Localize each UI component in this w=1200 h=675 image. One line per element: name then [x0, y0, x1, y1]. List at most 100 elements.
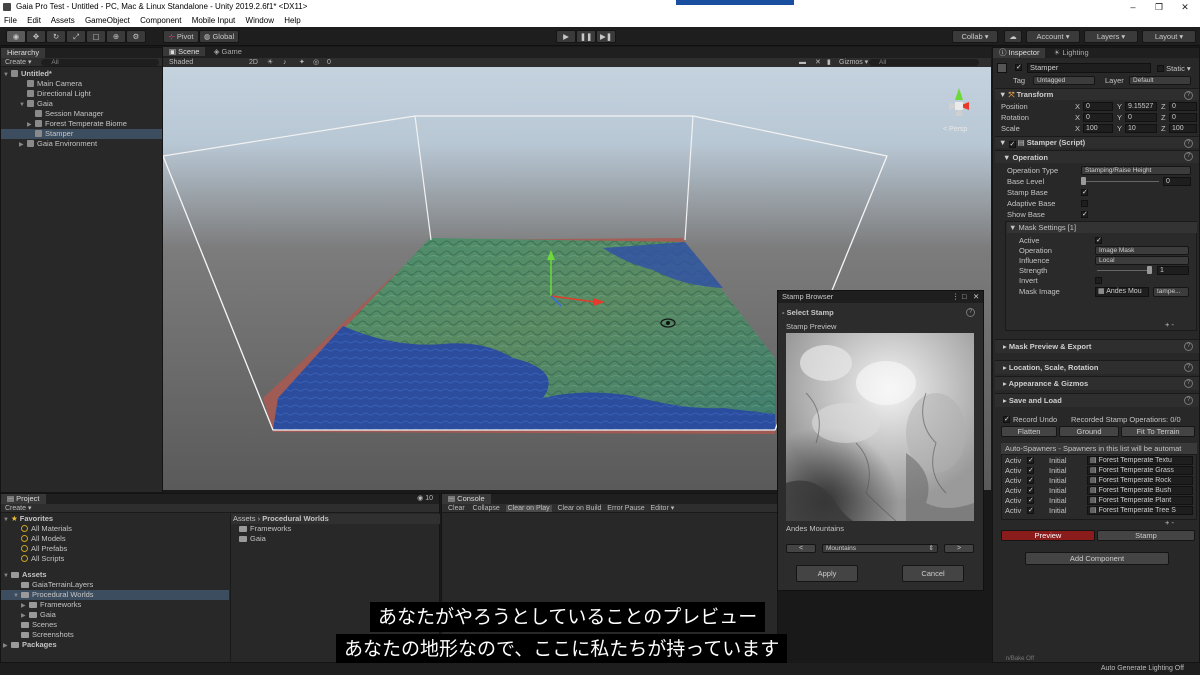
spawner-field[interactable]: ▤ Forest Temperate Grass	[1087, 466, 1193, 475]
position-x-input[interactable]: 0	[1083, 102, 1113, 111]
folder-scenes[interactable]: Scenes	[1, 620, 229, 630]
console-clear-on-play-toggle[interactable]: Clear on Play	[505, 505, 552, 512]
static-dropdown[interactable]: Static ▾	[1157, 63, 1200, 74]
audio-toggle-icon[interactable]: ♪	[283, 58, 287, 67]
gameobject-active-checkbox[interactable]: ✓	[1015, 64, 1022, 71]
mask-preview-header[interactable]: ▸ Mask Preview & Export	[995, 339, 1199, 353]
expand-arrow-icon[interactable]: ▶	[19, 140, 27, 150]
favorite-all-models[interactable]: All Models	[1, 534, 229, 544]
strength-slider-track[interactable]	[1097, 270, 1149, 271]
expand-arrow-icon[interactable]: ▼	[3, 70, 11, 80]
folder-frameworks[interactable]: ▶ Frameworks	[1, 600, 229, 610]
breadcrumb-current[interactable]: Procedural Worlds	[262, 514, 329, 523]
maximize-icon[interactable]: □	[962, 291, 967, 303]
save-load-header[interactable]: ▸ Save and Load	[995, 393, 1199, 407]
add-component-button[interactable]: Add Component	[1025, 552, 1169, 565]
close-window-button[interactable]: ✕	[1172, 0, 1198, 14]
help-icon[interactable]: ?	[966, 308, 975, 317]
help-icon[interactable]: ?	[1184, 396, 1193, 405]
tab-lighting[interactable]: ☀ Lighting	[1047, 48, 1095, 58]
fit-to-terrain-button[interactable]: Fit To Terrain	[1121, 426, 1195, 437]
tab-console[interactable]: ▤ Console	[442, 494, 491, 504]
pivot-toggle[interactable]: ⊹ Pivot	[163, 30, 199, 43]
layout-dropdown[interactable]: Layout ▾	[1142, 30, 1196, 43]
spawner-field[interactable]: ▤ Forest Temperate Tree S	[1087, 506, 1193, 515]
static-checkbox[interactable]	[1157, 65, 1164, 72]
spawner-field[interactable]: ▤ Forest Temperate Bush	[1087, 486, 1193, 495]
layer-dropdown[interactable]: Default	[1129, 76, 1191, 85]
custom-tool-icon[interactable]: ⚙	[126, 30, 146, 43]
show-base-checkbox[interactable]: ✓	[1081, 211, 1088, 218]
camera-settings-icon[interactable]: ▬	[799, 58, 806, 67]
help-icon[interactable]: ?	[1184, 363, 1193, 372]
expand-arrow-icon[interactable]: ▼	[13, 591, 21, 601]
tab-game[interactable]: ◈ Game	[207, 47, 248, 56]
stamp-button[interactable]: Stamp	[1097, 530, 1195, 541]
expand-arrow-icon[interactable]: ▼	[3, 515, 11, 525]
tag-dropdown[interactable]: Untagged	[1033, 76, 1095, 85]
snap-icon[interactable]: ▮	[827, 58, 831, 67]
rotate-tool-icon[interactable]: ↻	[46, 30, 66, 43]
base-level-slider-handle[interactable]	[1081, 177, 1086, 185]
base-level-input[interactable]: 0	[1163, 177, 1191, 186]
script-enabled-checkbox[interactable]: ✓	[1008, 141, 1016, 148]
menu-edit[interactable]: Edit	[27, 16, 41, 25]
stamps-browse-button[interactable]: tampe...	[1153, 287, 1189, 297]
expand-arrow-icon[interactable]: ▶	[27, 120, 35, 130]
expand-arrow-icon[interactable]: ▶	[3, 641, 11, 651]
select-stamp-header[interactable]: - Select Stamp	[782, 307, 988, 318]
minimize-button[interactable]: –	[1120, 0, 1146, 14]
prev-stamp-button[interactable]: <	[786, 544, 816, 553]
menu-help[interactable]: Help	[284, 16, 300, 25]
favorites-row[interactable]: ▼ ★ Favorites	[1, 514, 229, 524]
step-button[interactable]: ▶❚	[596, 30, 616, 43]
menu-window[interactable]: Window	[246, 16, 274, 25]
persp-label[interactable]: < Persp	[943, 126, 967, 133]
tab-project[interactable]: ▤ Project	[1, 494, 46, 504]
console-editor-dropdown[interactable]: Editor ▾	[651, 505, 675, 512]
help-icon[interactable]: ?	[1184, 152, 1193, 161]
shading-dropdown[interactable]: Shaded	[169, 58, 193, 67]
lighting-toggle-icon[interactable]: ☀	[267, 58, 273, 67]
folder-screenshots[interactable]: Screenshots	[1, 630, 229, 640]
position-y-input[interactable]: 9.15527	[1125, 102, 1157, 111]
rect-tool-icon[interactable]: ▢	[86, 30, 106, 43]
packages-row[interactable]: ▶ Packages	[1, 640, 229, 650]
hierarchy-item-session-manager[interactable]: Session Manager	[1, 109, 162, 119]
menu-gameobject[interactable]: GameObject	[85, 16, 130, 25]
maximize-button[interactable]: ❐	[1146, 0, 1172, 14]
stamp-category-dropdown[interactable]: Mountains ⇕	[822, 544, 938, 553]
spawner-field[interactable]: ▤ Forest Temperate Textu	[1087, 456, 1193, 465]
tab-inspector[interactable]: ⓘ Inspector	[993, 48, 1046, 58]
scene-search-input[interactable]: All	[869, 59, 979, 66]
scale-z-input[interactable]: 100	[1169, 124, 1197, 133]
2d-toggle[interactable]: 2D	[249, 58, 258, 67]
move-tool-icon[interactable]: ✥	[26, 30, 46, 43]
transform-header[interactable]: ▼ ⤧ Transform	[995, 88, 1199, 100]
spawner-add-remove-buttons[interactable]: + -	[1165, 517, 1195, 528]
mask-operation-dropdown[interactable]: Image Mask	[1095, 246, 1189, 255]
adaptive-base-checkbox[interactable]	[1081, 200, 1088, 207]
scale-tool-icon[interactable]: ⤢	[66, 30, 86, 43]
mask-active-checkbox[interactable]: ✓	[1095, 237, 1102, 244]
grid-icon[interactable]: ✕	[815, 58, 821, 67]
effects-toggle-icon[interactable]: ✦	[299, 58, 305, 67]
account-dropdown[interactable]: Account ▾	[1026, 30, 1080, 43]
cancel-button[interactable]: Cancel	[902, 565, 964, 582]
play-button[interactable]: ▶	[556, 30, 576, 43]
rotation-y-input[interactable]: 0	[1125, 113, 1157, 122]
spawner-active-checkbox[interactable]: ✓	[1027, 477, 1034, 484]
cloud-icon[interactable]: ☁	[1004, 30, 1022, 43]
view-tool-eye-icon[interactable]: ◉	[6, 30, 26, 43]
breadcrumb-assets[interactable]: Assets	[233, 514, 256, 523]
mask-image-field[interactable]: ▦ Andes Mou	[1095, 287, 1149, 297]
hierarchy-item-main-camera[interactable]: Main Camera	[1, 79, 162, 89]
scale-x-input[interactable]: 100	[1083, 124, 1113, 133]
hierarchy-scene-row[interactable]: ▼ Untitled*	[1, 69, 162, 79]
spawner-field[interactable]: ▤ Forest Temperate Plant	[1087, 496, 1193, 505]
hierarchy-item-gaia-environment[interactable]: ▶ Gaia Environment	[1, 139, 162, 149]
rotation-z-input[interactable]: 0	[1169, 113, 1197, 122]
hierarchy-item-stamper[interactable]: Stamper	[1, 129, 162, 139]
rotation-x-input[interactable]: 0	[1083, 113, 1113, 122]
menu-file[interactable]: File	[4, 16, 17, 25]
